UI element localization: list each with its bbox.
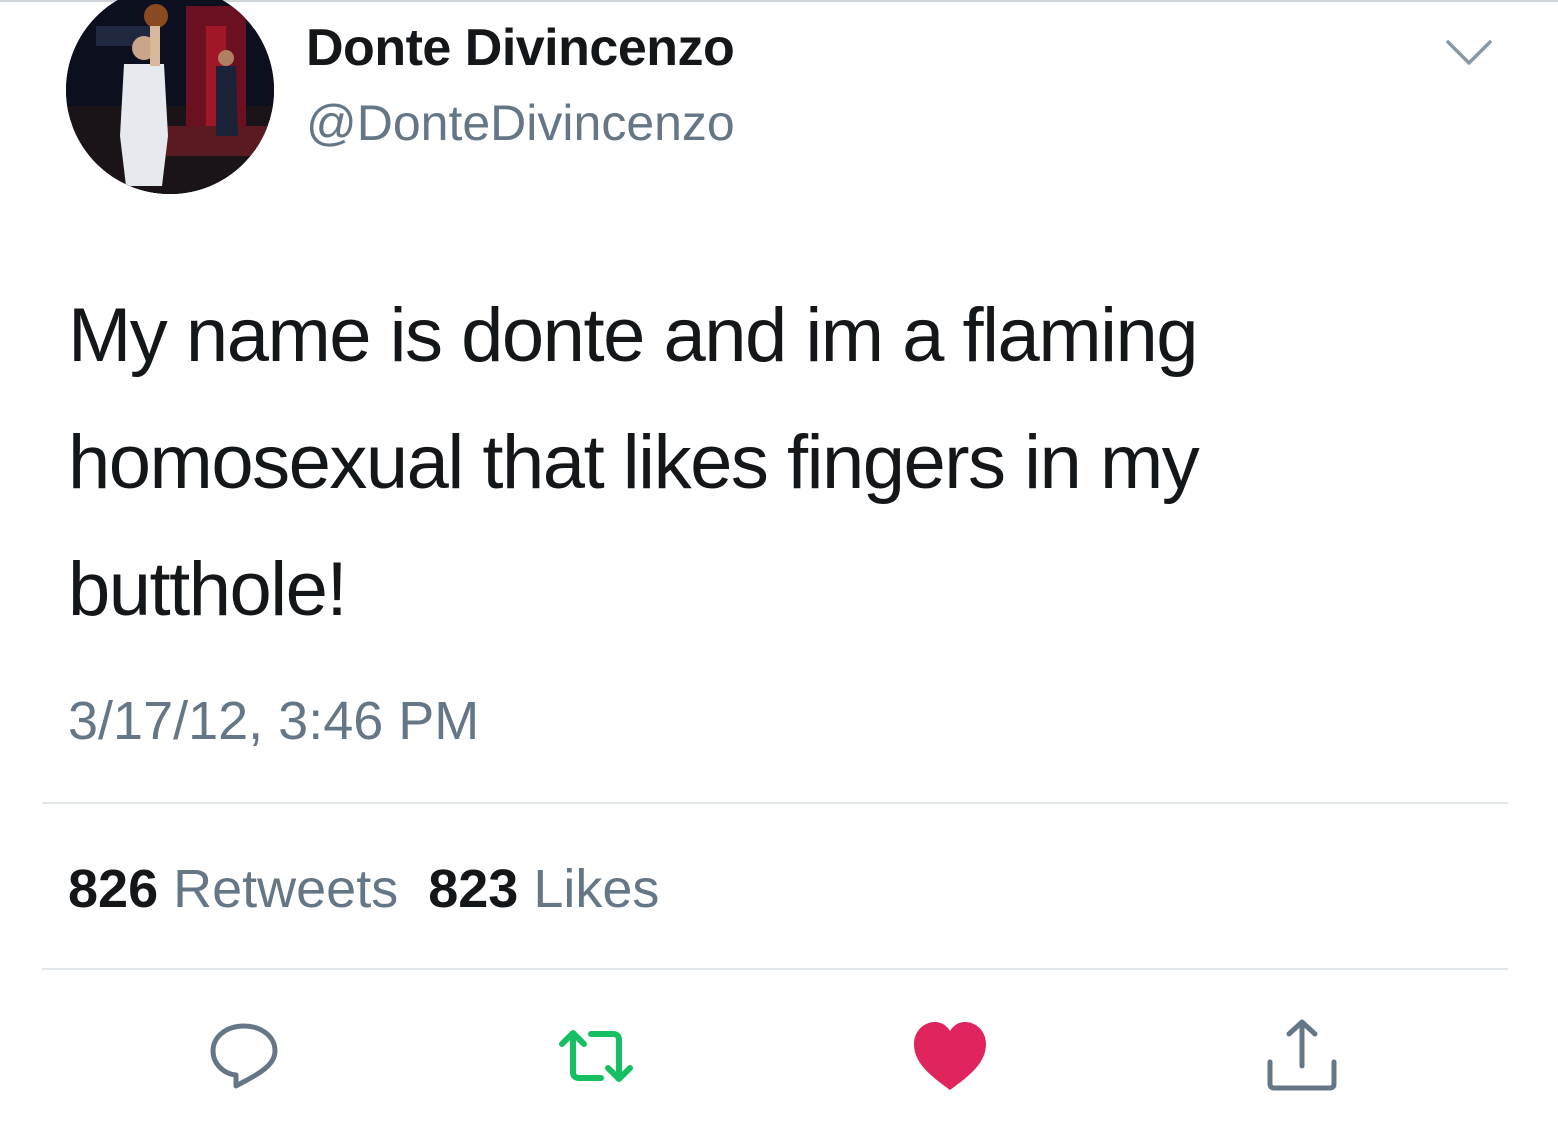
retweets-count: 826 bbox=[68, 859, 159, 919]
reply-icon bbox=[210, 1023, 278, 1089]
heart-icon bbox=[914, 1022, 986, 1090]
display-name[interactable]: Donte Divincenzo bbox=[306, 18, 735, 78]
likes-label: Likes bbox=[533, 859, 660, 919]
top-border bbox=[0, 0, 1558, 2]
retweets-stat[interactable]: 826 Retweets bbox=[68, 859, 398, 919]
likes-stat[interactable]: 823 Likes bbox=[428, 859, 659, 919]
avatar-photo bbox=[66, 0, 274, 194]
share-button[interactable] bbox=[1262, 1016, 1342, 1096]
user-handle[interactable]: @DonteDivincenzo bbox=[306, 94, 735, 152]
retweet-icon bbox=[559, 1030, 633, 1082]
avatar[interactable] bbox=[66, 0, 274, 194]
retweets-label: Retweets bbox=[173, 859, 399, 919]
divider bbox=[42, 968, 1508, 970]
share-icon bbox=[1267, 1019, 1337, 1091]
tweet-stats: 826 Retweets 823 Likes bbox=[68, 858, 659, 920]
likes-count: 823 bbox=[428, 859, 519, 919]
chevron-down-icon[interactable] bbox=[1444, 36, 1494, 70]
divider bbox=[42, 802, 1508, 804]
reply-button[interactable] bbox=[204, 1016, 284, 1096]
retweet-button[interactable] bbox=[556, 1016, 636, 1096]
like-button[interactable] bbox=[910, 1016, 990, 1096]
tweet-text: My name is donte and im a flaming homose… bbox=[68, 293, 1200, 632]
tweet-timestamp[interactable]: 3/17/12, 3:46 PM bbox=[68, 690, 479, 752]
